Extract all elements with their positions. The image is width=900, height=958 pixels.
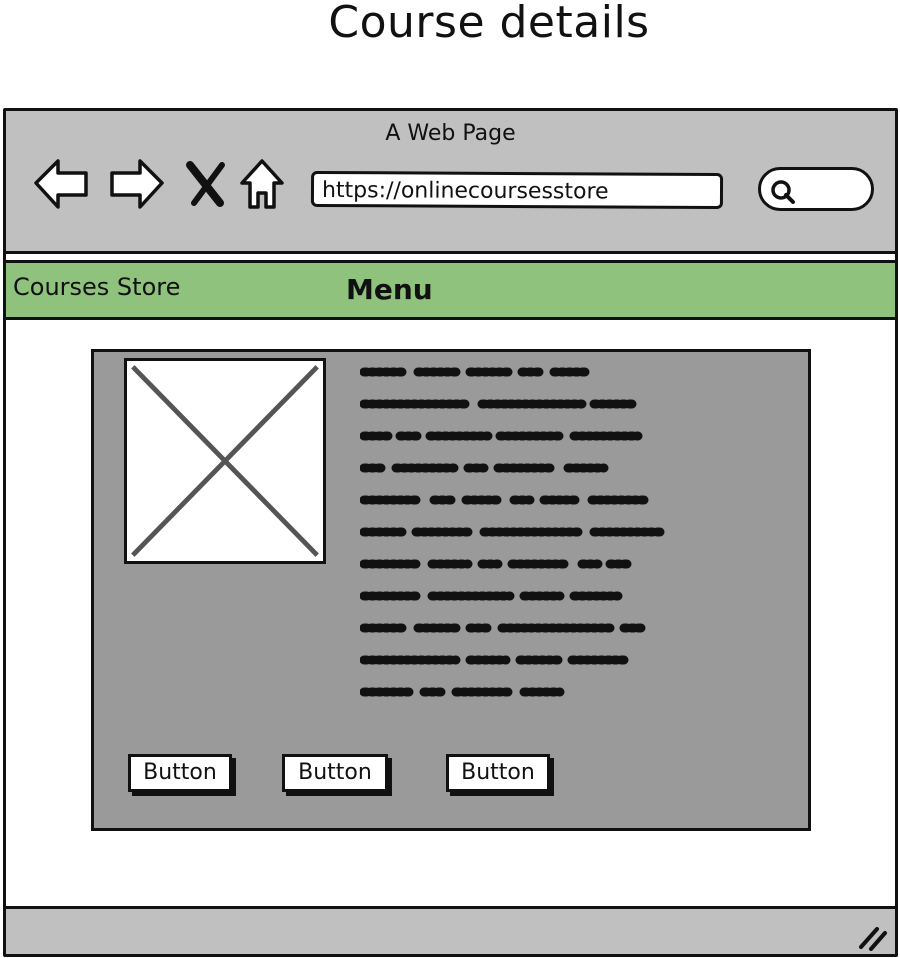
page-title: Course details — [328, 0, 650, 48]
course-description-text — [360, 367, 665, 697]
forward-arrow-icon[interactable] — [106, 155, 166, 211]
close-x-icon[interactable] — [178, 155, 238, 211]
search-icon — [771, 180, 795, 204]
store-name[interactable]: Courses Store — [13, 273, 180, 301]
search-box[interactable] — [758, 167, 874, 211]
site-menubar: Courses Store Menu — [6, 260, 895, 320]
window-title: A Web Page — [385, 121, 516, 146]
address-bar[interactable]: https://onlinecoursesstore — [310, 170, 724, 210]
browser-statusbar — [6, 906, 895, 954]
course-detail-panel: Button Button Button — [91, 349, 811, 831]
menu-label[interactable]: Menu — [346, 273, 433, 306]
home-icon[interactable] — [234, 155, 294, 211]
resize-grip-icon[interactable] — [857, 923, 889, 951]
browser-titlebar: A Web Page https://onlinecoursesstore — [6, 111, 895, 254]
course-action-button-3[interactable]: Button — [446, 754, 550, 792]
course-action-button-2[interactable]: Button — [282, 754, 388, 792]
back-arrow-icon[interactable] — [32, 155, 92, 211]
course-image-placeholder — [124, 358, 326, 564]
browser-window: A Web Page https://onlinecoursesstore Co… — [3, 108, 898, 957]
course-action-button-1[interactable]: Button — [128, 754, 232, 792]
